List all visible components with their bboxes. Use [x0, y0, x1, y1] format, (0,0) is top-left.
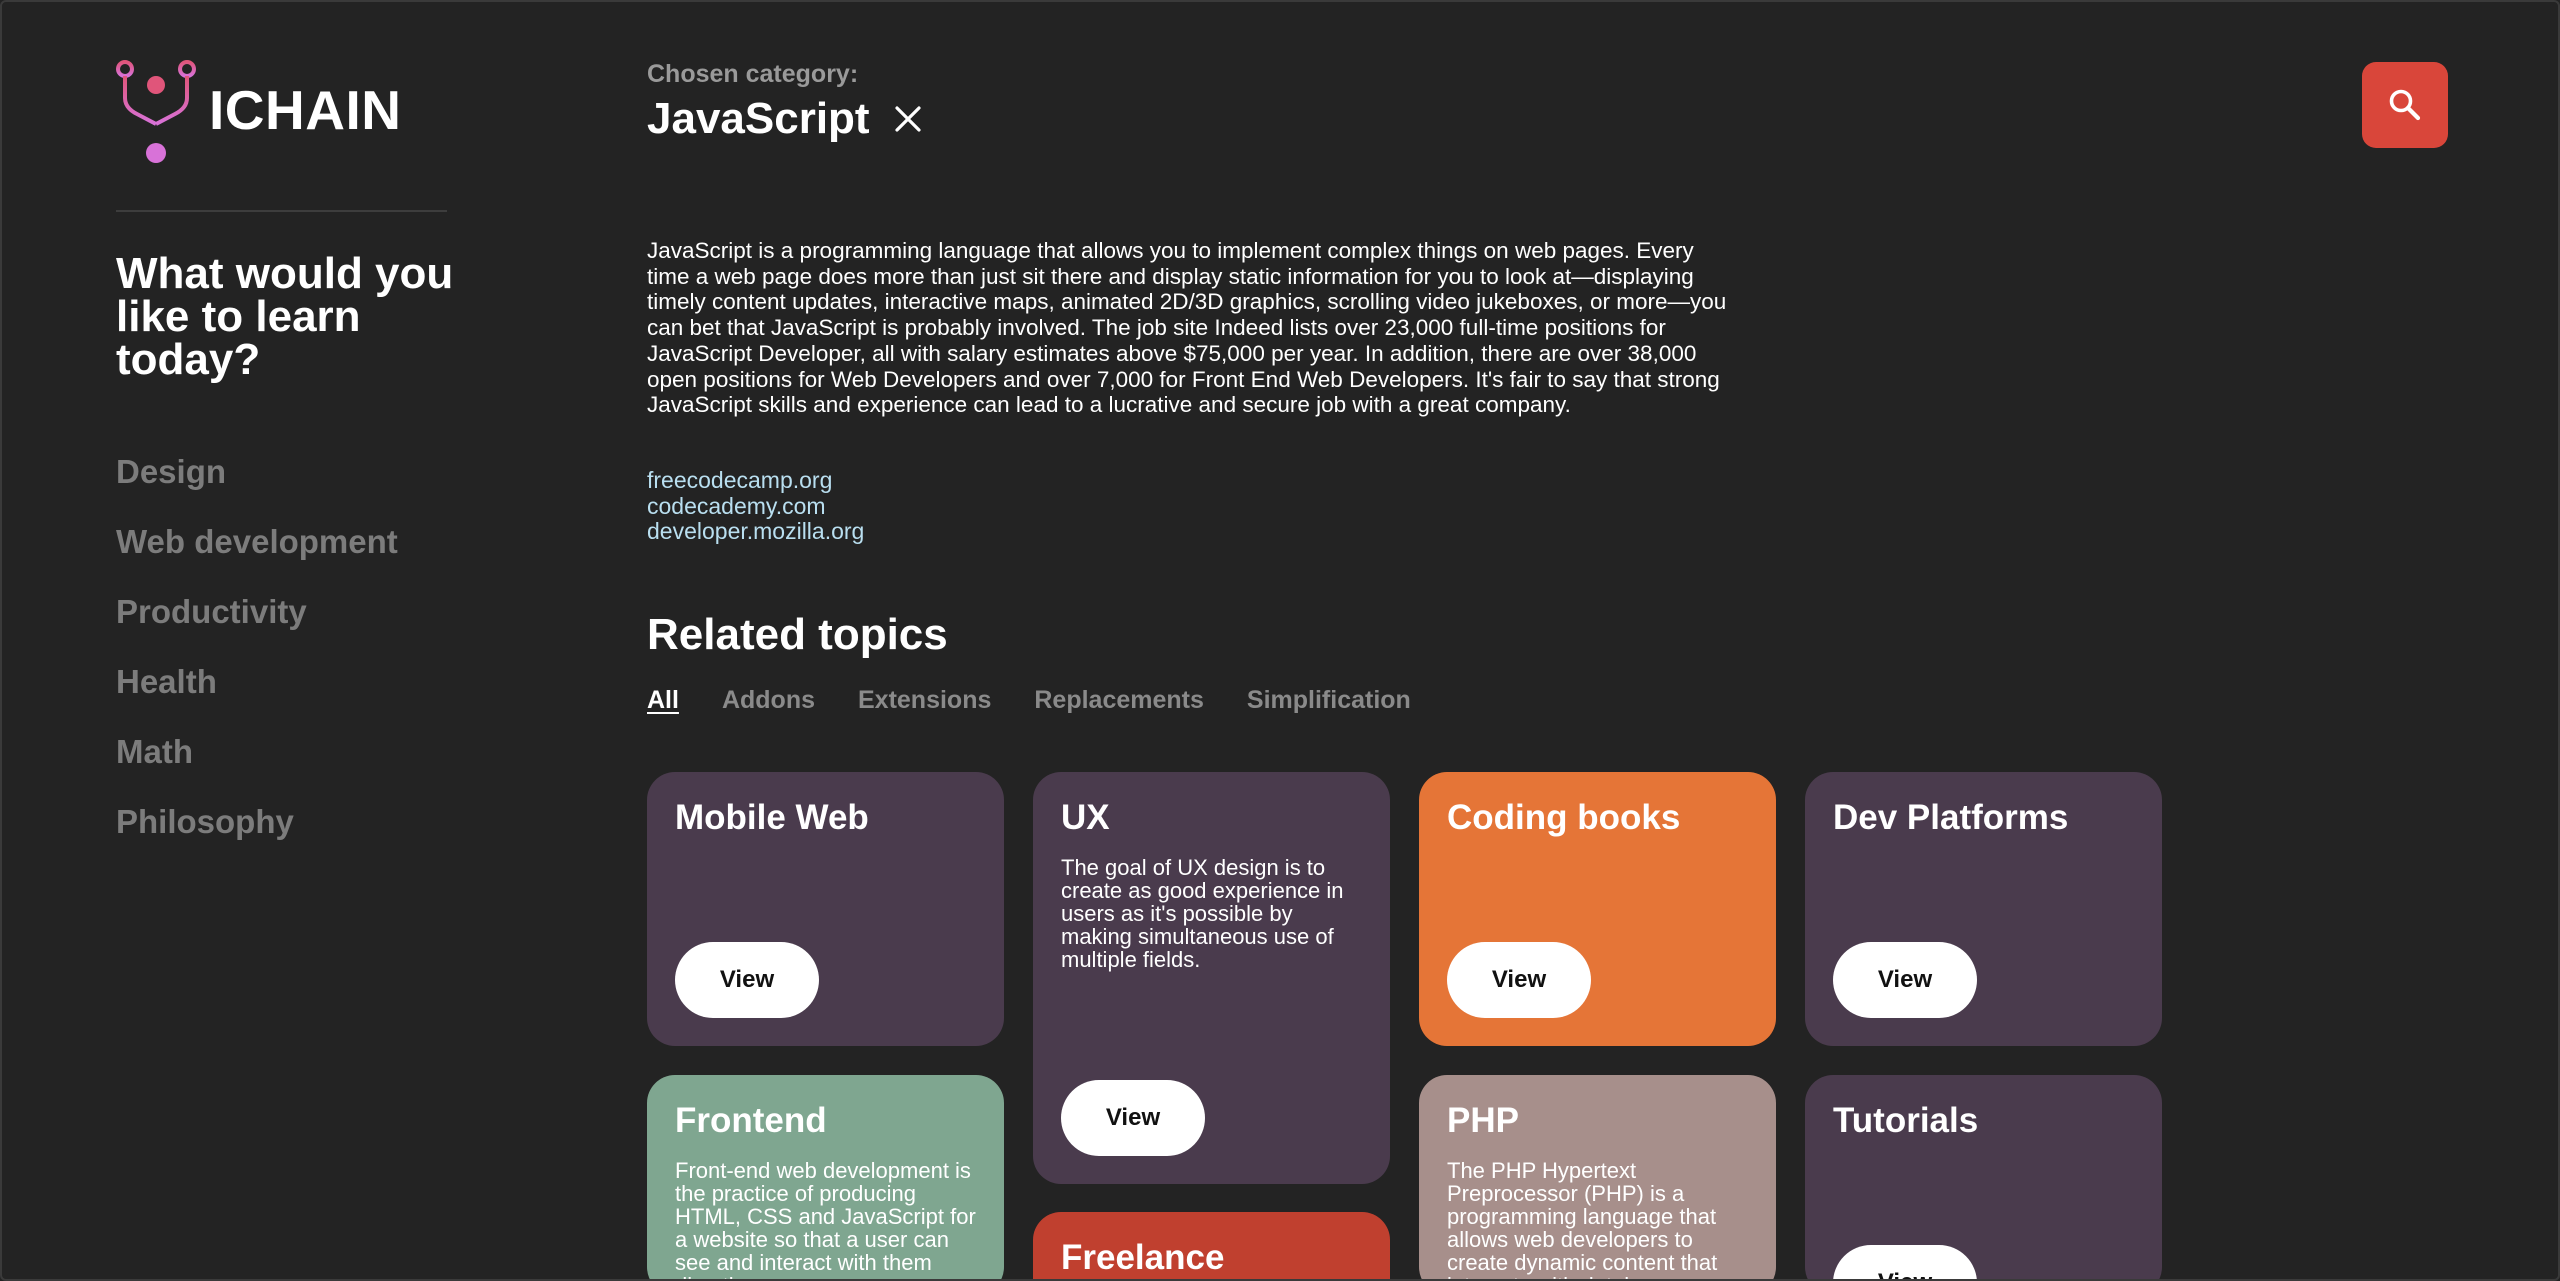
search-icon [2389, 89, 2421, 121]
brand-logo[interactable]: ICHAIN [115, 60, 401, 164]
chain-logo-icon [116, 60, 196, 163]
sidebar-item-web-development[interactable]: Web development [116, 520, 398, 590]
card-title: UX [1061, 798, 1110, 837]
card-title: Mobile Web [675, 798, 869, 837]
related-topics-title: Related topics [647, 610, 948, 659]
filter-tab-simplification[interactable]: Simplification [1247, 686, 1411, 715]
sidebar-divider [116, 210, 447, 212]
link-freecodecamp[interactable]: freecodecamp.org [647, 467, 864, 494]
search-button[interactable] [2362, 62, 2448, 148]
sidebar-item-design[interactable]: Design [116, 450, 398, 520]
sidebar-item-philosophy[interactable]: Philosophy [116, 800, 398, 870]
topic-card-php[interactable]: PHP The PHP Hypertext Preprocessor (PHP)… [1419, 1075, 1776, 1279]
topic-card-ux[interactable]: UX The goal of UX design is to create as… [1033, 772, 1390, 1184]
brand-name: ICHAIN [209, 79, 402, 141]
view-button[interactable]: View [675, 942, 819, 1018]
sidebar-nav: Design Web development Productivity Heal… [116, 450, 398, 870]
sidebar-item-productivity[interactable]: Productivity [116, 590, 398, 660]
app-window: ICHAIN What would you like to learn toda… [0, 0, 2560, 1281]
topic-filter-tabs: All Addons Extensions Replacements Simpl… [647, 686, 1454, 715]
sidebar-item-math[interactable]: Math [116, 730, 398, 800]
link-mdn[interactable]: developer.mozilla.org [647, 519, 864, 545]
view-button[interactable]: View [1061, 1080, 1205, 1156]
view-button[interactable]: View [1833, 1245, 1977, 1279]
card-description: Front-end web development is the practic… [675, 1158, 976, 1279]
topic-card-freelance[interactable]: Freelance [1033, 1212, 1390, 1279]
filter-tab-addons[interactable]: Addons [722, 686, 815, 715]
view-button[interactable]: View [1833, 942, 1977, 1018]
view-button[interactable]: View [1447, 942, 1591, 1018]
card-description: The PHP Hypertext Preprocessor (PHP) is … [1447, 1158, 1718, 1279]
card-title: Freelance [1061, 1238, 1225, 1277]
card-title: PHP [1447, 1101, 1519, 1140]
close-icon [894, 106, 921, 132]
card-title: Dev Platforms [1833, 798, 2069, 837]
category-description: JavaScript is a programming language tha… [647, 238, 1727, 418]
topic-card-tutorials[interactable]: Tutorials View [1805, 1075, 2162, 1279]
filter-tab-all[interactable]: All [647, 686, 679, 715]
resource-links: freecodecamp.org codecademy.com develope… [647, 467, 864, 545]
topic-card-mobile-web[interactable]: Mobile Web View [647, 772, 1004, 1046]
filter-tab-replacements[interactable]: Replacements [1034, 686, 1204, 715]
card-title: Tutorials [1833, 1101, 1979, 1140]
sidebar-item-health[interactable]: Health [116, 660, 398, 730]
topic-card-dev-platforms[interactable]: Dev Platforms View [1805, 772, 2162, 1046]
topic-card-frontend[interactable]: Frontend Front-end web development is th… [647, 1075, 1004, 1279]
topic-card-coding-books[interactable]: Coding books View [1419, 772, 1776, 1046]
chosen-category-label: Chosen category: [647, 60, 859, 88]
card-description: The goal of UX design is to create as go… [1061, 855, 1344, 972]
chosen-category-title: JavaScript [647, 94, 870, 143]
card-title: Frontend [675, 1101, 827, 1140]
card-title: Coding books [1447, 798, 1681, 837]
filter-tab-extensions[interactable]: Extensions [858, 686, 991, 715]
clear-category-button[interactable] [890, 101, 926, 137]
chosen-category-row: JavaScript [647, 94, 926, 144]
link-codecademy[interactable]: codecademy.com [647, 493, 864, 520]
sidebar-heading: What would you like to learn today? [116, 249, 454, 384]
